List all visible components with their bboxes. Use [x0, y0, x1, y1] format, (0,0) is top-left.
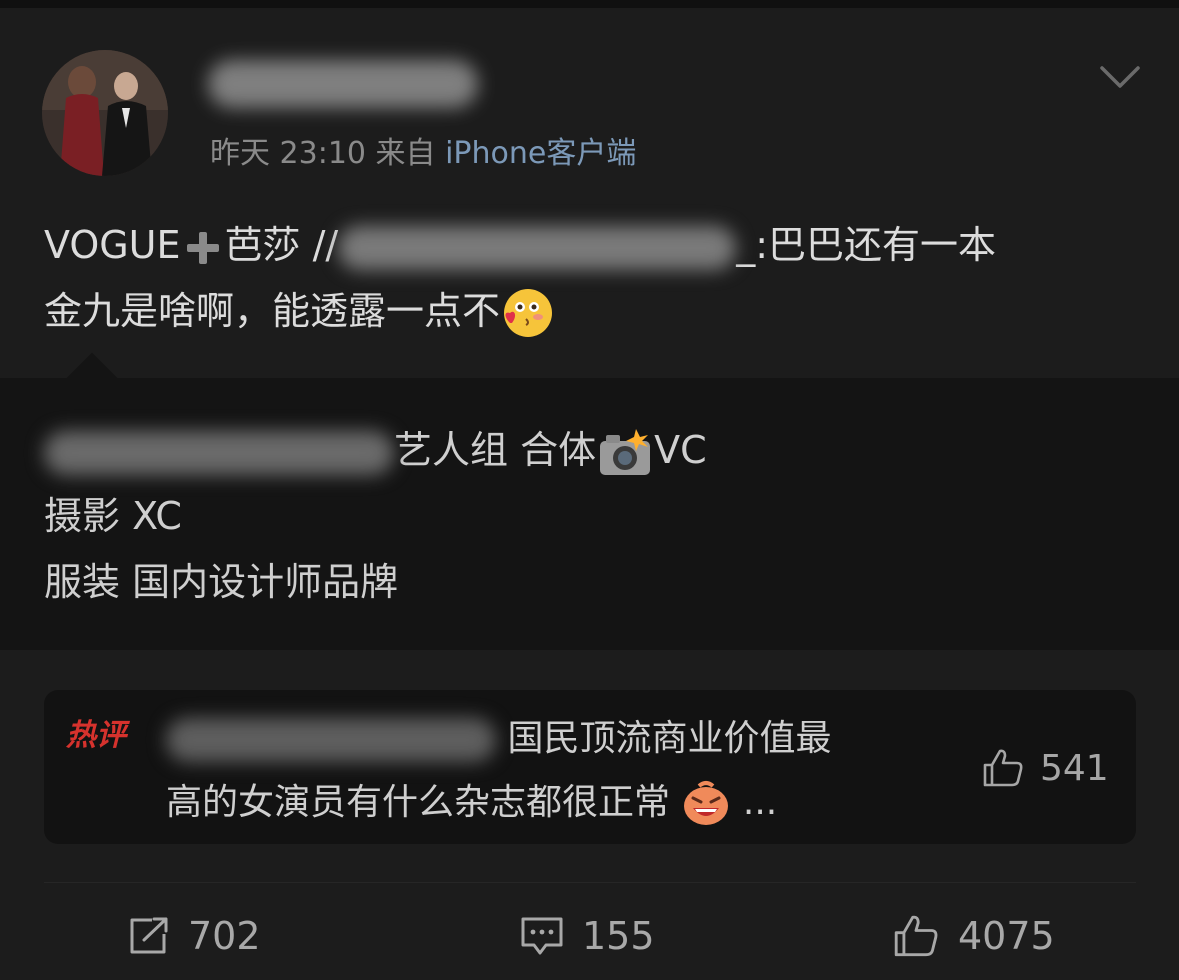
- repost-icon: [130, 917, 168, 954]
- comment-icon: [521, 917, 563, 955]
- quoted-line2: 摄影 XC: [44, 494, 182, 538]
- thumbs-up-icon: [894, 915, 938, 957]
- quoted-line1: 艺人组 合体 VC: [44, 418, 707, 482]
- action-divider: [44, 882, 1136, 883]
- comment-count: 155: [582, 914, 655, 958]
- hot-comment[interactable]: 热评 国民顶流商业价值最 高的女演员有什么杂志都很正常 ... 541: [44, 690, 1136, 844]
- quoted-author-blurred[interactable]: [44, 430, 394, 475]
- repost-count: 702: [188, 914, 261, 958]
- camera-flash-icon: [600, 428, 651, 475]
- hot-comment-text2: 高的女演员有什么杂志都很正常: [166, 782, 671, 823]
- like-button[interactable]: 4075: [892, 906, 1055, 966]
- chevron-down-icon[interactable]: [1098, 62, 1142, 92]
- quoted-line3: 服装 国内设计师品牌: [44, 560, 399, 604]
- mention-blurred[interactable]: [338, 225, 737, 270]
- username-blurred[interactable]: [208, 60, 478, 108]
- post-text-bazaar: 芭莎 //: [224, 223, 339, 267]
- post-text-question: 金九是啥啊，能透露一点不: [44, 289, 501, 333]
- like-count: 4075: [958, 914, 1055, 958]
- hot-comment-like-count: 541: [1040, 747, 1109, 789]
- comment-button[interactable]: 155: [520, 906, 655, 966]
- top-strip: [0, 0, 1179, 8]
- post-source-prefix: 来自: [375, 136, 436, 171]
- hot-comment-like[interactable]: 541: [982, 744, 1109, 792]
- repost-button[interactable]: 702: [128, 906, 261, 966]
- hot-comment-tag: 热评: [66, 718, 126, 753]
- hot-comment-line1: 国民顶流商业价值最: [166, 712, 831, 766]
- hot-comment-ellipsis: ...: [742, 782, 778, 823]
- heavy-plus-icon: [186, 231, 219, 264]
- hot-comment-text1: 国民顶流商业价值最: [507, 718, 832, 759]
- quoted-line1-vc: VC: [654, 428, 707, 472]
- quoted-line1-text: 艺人组 合体: [394, 428, 597, 472]
- post-text-reply: _:巴巴还有一本: [736, 223, 997, 267]
- user-avatar[interactable]: [42, 50, 168, 176]
- thumbs-up-icon: [983, 749, 1023, 787]
- post-time: 昨天 23:10: [210, 136, 366, 171]
- kiss-blush-emoji-icon: [504, 288, 553, 337]
- post-source-client[interactable]: iPhone客户端: [445, 136, 636, 171]
- post-meta: 昨天 23:10 来自 iPhone客户端: [210, 132, 636, 176]
- post-text-line2: 金九是啥啊，能透露一点不: [44, 278, 554, 344]
- hot-comment-line2: 高的女演员有什么杂志都很正常 ...: [166, 776, 777, 830]
- laughing-face-icon: [684, 781, 729, 825]
- post-text-line1: VOGUE 芭莎 // _:巴巴还有一本: [44, 212, 996, 278]
- hot-commenter-blurred[interactable]: [166, 718, 496, 762]
- post-text-vogue: VOGUE: [44, 223, 181, 267]
